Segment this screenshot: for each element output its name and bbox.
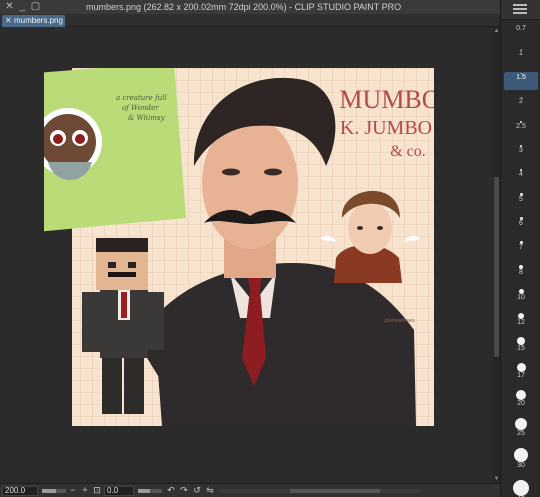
brush-dot-icon xyxy=(515,418,527,430)
brush-dot-icon xyxy=(516,363,526,372)
brush-size-label: 2.5 xyxy=(516,123,526,130)
brush-size-label: 3 xyxy=(519,147,523,154)
brush-size-label: 6 xyxy=(519,220,523,227)
brush-size-item[interactable]: 12 xyxy=(504,312,538,330)
palette-header xyxy=(501,0,540,20)
close-icon[interactable]: ✕ xyxy=(4,1,15,12)
brush-size-label: 8 xyxy=(519,269,523,276)
art-signature: @emsedraws xyxy=(384,318,415,324)
tab-label: mumbers.png xyxy=(14,16,63,25)
brush-size-item[interactable]: 10 xyxy=(504,288,538,306)
scrollbar-thumb[interactable] xyxy=(494,177,499,357)
brush-dot-icon xyxy=(517,337,525,345)
brush-size-label: 7 xyxy=(519,244,523,251)
zoom-slider[interactable] xyxy=(42,489,66,493)
brush-dot-icon xyxy=(514,448,528,462)
brush-size-label: 5 xyxy=(519,196,523,203)
brush-size-label: 0.7 xyxy=(516,25,526,32)
brush-size-label: 2 xyxy=(519,98,523,105)
rotation-field[interactable]: 0.0 xyxy=(104,486,134,496)
zoom-in-button[interactable]: + xyxy=(80,485,90,496)
minimize-icon[interactable]: _ xyxy=(17,1,28,12)
brush-size-label: 25 xyxy=(517,430,525,437)
brush-dot-icon xyxy=(513,480,529,496)
fit-view-button[interactable]: ⊡ xyxy=(92,485,102,496)
window-title: mumbers.png (262.82 x 200.02mm 72dpi 200… xyxy=(86,2,402,12)
brush-size-item[interactable]: 25 xyxy=(504,417,538,441)
brush-size-item[interactable]: 1.5 xyxy=(504,72,538,90)
flip-horizontal-button[interactable]: ⇋ xyxy=(205,485,215,496)
rotate-left-button[interactable]: ↶ xyxy=(166,485,176,496)
brush-size-label: 12 xyxy=(517,319,525,326)
artwork-canvas[interactable]: MUMBO K. JUMBO & co. @emsedraws a creatu… xyxy=(44,68,434,426)
document-tab-bar: ✕ mumbers.png xyxy=(0,14,500,27)
rotate-right-button[interactable]: ↷ xyxy=(179,485,189,496)
right-eye xyxy=(264,168,282,176)
brush-dot-icon xyxy=(516,390,526,400)
title-bar: ✕ _ ▢ mumbers.png (262.82 x 200.02mm 72d… xyxy=(0,0,500,14)
tab-close-icon[interactable]: ✕ xyxy=(5,15,12,27)
vertical-scrollbar[interactable]: ▲ ▼ xyxy=(493,27,500,483)
brush-size-item[interactable]: 6 xyxy=(504,216,538,234)
brush-size-label: 10 xyxy=(517,294,525,301)
brush-size-item[interactable]: 2.5 xyxy=(504,120,538,138)
horizontal-scrollbar[interactable] xyxy=(220,489,420,493)
maximize-icon[interactable]: ▢ xyxy=(30,1,41,12)
brush-size-item[interactable]: 3 xyxy=(504,144,538,162)
rotation-slider[interactable] xyxy=(138,489,162,493)
brush-size-item[interactable]: 7 xyxy=(504,240,538,258)
brush-size-item[interactable]: 1 xyxy=(504,48,538,66)
brush-size-label: 15 xyxy=(517,345,525,352)
sticky-note: a creature full of Wonder & Whimsy xyxy=(44,68,186,232)
zoom-out-button[interactable]: − xyxy=(68,485,78,496)
status-bar: 200.0 − + ⊡ 0.0 ↶ ↷ ↺ ⇋ xyxy=(0,483,500,497)
art-title-co: & co. xyxy=(390,143,426,160)
brush-size-label: 1 xyxy=(519,50,523,57)
zoom-field[interactable]: 200.0 xyxy=(2,486,38,496)
brush-size-item[interactable]: 30 xyxy=(504,447,538,473)
document-tab[interactable]: ✕ mumbers.png xyxy=(2,15,65,27)
hamburger-icon[interactable] xyxy=(513,4,527,16)
brush-size-item[interactable]: 4 xyxy=(504,168,538,186)
brush-size-label: 4 xyxy=(519,171,523,178)
brush-size-item[interactable]: 20 xyxy=(504,389,538,411)
brush-size-item[interactable]: 17 xyxy=(504,362,538,383)
brush-size-label: 30 xyxy=(517,462,525,469)
scroll-up-icon[interactable]: ▲ xyxy=(493,27,500,35)
art-title-mumbo: MUMBO xyxy=(339,85,434,114)
brush-size-item[interactable]: 40 xyxy=(504,479,538,497)
scroll-down-icon[interactable]: ▼ xyxy=(493,475,500,483)
brush-size-item[interactable]: 0.7 xyxy=(504,24,538,42)
brush-size-item[interactable]: 2 xyxy=(504,96,538,114)
brush-size-label: 20 xyxy=(517,400,525,407)
brush-size-label: 1.5 xyxy=(516,74,526,81)
reset-rotation-button[interactable]: ↺ xyxy=(192,485,202,496)
brush-size-palette: 0.7 1 1.5 2 2.5 3 4 5 6 7 8 10 12 15 17 20 25 30 40 xyxy=(500,0,540,497)
brush-size-item[interactable]: 8 xyxy=(504,264,538,282)
brush-size-item[interactable]: 15 xyxy=(504,336,538,356)
brush-size-item[interactable]: 5 xyxy=(504,192,538,210)
brush-size-label: 17 xyxy=(517,372,525,379)
art-title-kjumbo: K. JUMBO xyxy=(340,117,432,139)
left-eye xyxy=(222,168,240,176)
